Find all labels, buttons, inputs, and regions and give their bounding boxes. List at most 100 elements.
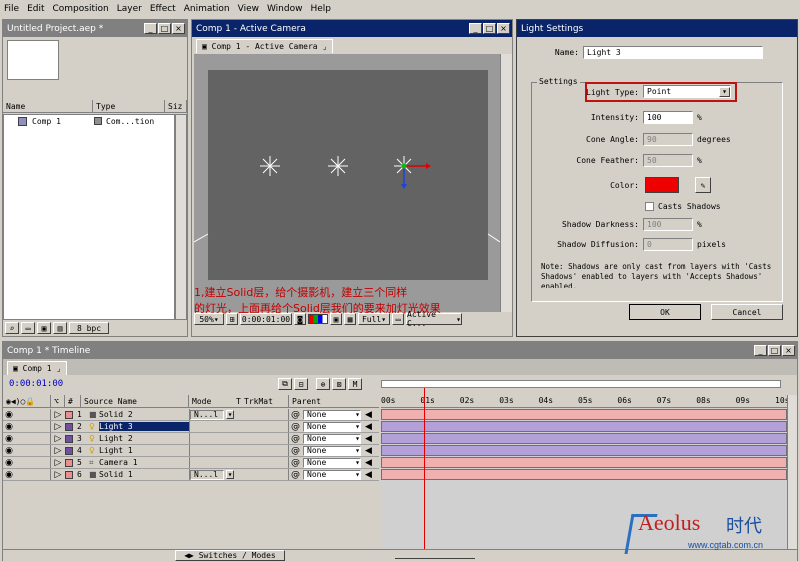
menu-item-animation[interactable]: Animation bbox=[180, 4, 234, 14]
column-mode[interactable]: Mode bbox=[189, 395, 233, 407]
shadow-diffusion-input[interactable]: 0 bbox=[643, 238, 693, 251]
pickwhip-icon[interactable]: @ bbox=[291, 422, 300, 432]
parent-dropdown[interactable]: None ▾ bbox=[303, 409, 361, 420]
expand-arrow-icon[interactable]: ▷ bbox=[51, 422, 65, 432]
parent-dropdown[interactable]: None ▾ bbox=[303, 457, 361, 468]
transparency-icon[interactable]: ▦ bbox=[344, 313, 356, 325]
minimize-button[interactable]: _ bbox=[469, 23, 482, 34]
layer-duration-bar[interactable] bbox=[381, 433, 787, 444]
ok-button[interactable]: OK bbox=[629, 304, 701, 320]
pickwhip-icon[interactable]: @ bbox=[291, 470, 300, 480]
roi-icon[interactable]: ▭ bbox=[392, 313, 404, 325]
zoom-dropdown[interactable]: 50% ▾ bbox=[194, 313, 224, 325]
current-time-indicator[interactable] bbox=[424, 388, 425, 549]
channels-icon[interactable] bbox=[308, 314, 328, 324]
cone-angle-input[interactable]: 90 bbox=[643, 133, 693, 146]
column-name[interactable]: Name bbox=[3, 100, 93, 112]
layer-name[interactable]: Solid 2 bbox=[99, 410, 189, 419]
comp-scrollbar[interactable] bbox=[500, 54, 512, 312]
maximize-button[interactable]: □ bbox=[158, 23, 171, 34]
light-type-dropdown[interactable]: Point ▾ bbox=[643, 85, 731, 98]
layer-row[interactable]: ◉ ▷ 6 ■ Solid 1 N...l ▾ @ None ▾ ◀ bbox=[3, 469, 379, 481]
markers-icon[interactable]: ⊕ bbox=[316, 378, 330, 390]
menu-item-edit[interactable]: Edit bbox=[23, 4, 48, 14]
column-size[interactable]: Siz bbox=[165, 100, 187, 112]
menu-item-composition[interactable]: Composition bbox=[49, 4, 113, 14]
layer-row[interactable]: ◉ ▷ 3 ♀ Light 2 @ None ▾ ◀ bbox=[3, 433, 379, 445]
minimize-button[interactable]: _ bbox=[144, 23, 157, 34]
eye-icon[interactable]: ◉ bbox=[3, 434, 15, 444]
parent-dropdown[interactable]: None ▾ bbox=[303, 469, 361, 480]
menu-item-effect[interactable]: Effect bbox=[146, 4, 180, 14]
menu-item-help[interactable]: Help bbox=[306, 4, 335, 14]
layer-name[interactable]: Solid 1 bbox=[99, 470, 189, 479]
parent-dropdown[interactable]: None ▾ bbox=[303, 445, 361, 456]
mode-dropdown[interactable]: N...l bbox=[190, 469, 224, 480]
layer-duration-bar[interactable] bbox=[381, 445, 787, 456]
dialog-titlebar[interactable]: Light Settings bbox=[517, 20, 797, 37]
time-navigator[interactable] bbox=[381, 380, 781, 388]
maximize-button[interactable]: □ bbox=[483, 23, 496, 34]
time-ruler[interactable]: 00s 01s 02s 03s 04s 05s 06s 07s 08s 09s 10s bbox=[381, 395, 789, 408]
comp-titlebar[interactable]: Comp 1 - Active Camera _ □ × bbox=[192, 20, 512, 37]
eyedropper-icon[interactable]: ✎ bbox=[695, 177, 711, 193]
pickwhip-icon[interactable]: @ bbox=[291, 410, 300, 420]
menu-item-view[interactable]: View bbox=[234, 4, 263, 14]
snapshot-icon[interactable]: ◙ bbox=[294, 313, 306, 325]
bpc-button[interactable]: 8 bpc bbox=[69, 322, 109, 334]
timeline-titlebar[interactable]: Comp 1 * Timeline _ □ × bbox=[3, 342, 797, 359]
zoom-slider[interactable] bbox=[395, 552, 475, 559]
eye-icon[interactable]: ◉ bbox=[3, 470, 15, 480]
color-swatch[interactable] bbox=[645, 177, 679, 193]
pickwhip-icon[interactable]: @ bbox=[291, 458, 300, 468]
cancel-button[interactable]: Cancel bbox=[711, 304, 783, 320]
lock-icon[interactable]: ⊟ bbox=[294, 378, 308, 390]
eye-icon[interactable]: ◉ bbox=[3, 446, 15, 456]
maximize-button[interactable]: □ bbox=[768, 345, 781, 356]
layer-name[interactable]: Camera 1 bbox=[99, 458, 189, 467]
mode-dropdown[interactable]: N...l bbox=[190, 409, 224, 420]
trash-icon[interactable]: ▥ bbox=[53, 322, 67, 334]
chevron-down-icon[interactable]: ▾ bbox=[226, 410, 234, 419]
layer-name[interactable]: Light 1 bbox=[99, 446, 189, 455]
project-titlebar[interactable]: Untitled Project.aep * _ □ × bbox=[3, 20, 187, 37]
layer-duration-bar[interactable] bbox=[381, 421, 787, 432]
column-parent[interactable]: Parent bbox=[289, 395, 379, 407]
menu-item-layer[interactable]: Layer bbox=[113, 4, 146, 14]
eye-icon[interactable]: ◉ bbox=[3, 410, 15, 420]
switches-modes-button[interactable]: ◀▶ Switches / Modes bbox=[175, 550, 285, 561]
close-button[interactable]: × bbox=[782, 345, 795, 356]
layer-duration-bar[interactable] bbox=[381, 457, 787, 468]
eye-icon[interactable]: ◉ bbox=[3, 458, 15, 468]
vertical-scrollbar[interactable] bbox=[175, 114, 187, 320]
expand-arrow-icon[interactable]: ▷ bbox=[51, 446, 65, 456]
layer-row[interactable]: ◉ ▷ 2 ♀ Light 3 @ None ▾ ◀ bbox=[3, 421, 379, 433]
name-input[interactable]: Light 3 bbox=[583, 46, 763, 59]
expand-arrow-icon[interactable]: ▷ bbox=[51, 434, 65, 444]
expand-arrow-icon[interactable]: ▷ bbox=[51, 410, 65, 420]
eye-icon[interactable]: ◉ bbox=[3, 422, 15, 432]
comp-viewer[interactable]: 1,建立Solid层，给个摄影机，建立三个同样 的灯光，上面再给个Solid层我… bbox=[194, 54, 500, 315]
close-button[interactable]: × bbox=[497, 23, 510, 34]
layer-name[interactable]: Light 3 bbox=[99, 422, 189, 431]
timeline-timecode[interactable]: 0:00:01:00 bbox=[9, 379, 63, 389]
column-source-name[interactable]: Source Name bbox=[81, 395, 189, 407]
find-icon[interactable]: ⌕ bbox=[5, 322, 19, 334]
current-time[interactable]: 0:00:01:00 bbox=[240, 313, 292, 325]
region-icon[interactable]: ▣ bbox=[330, 313, 342, 325]
grid-icon[interactable]: ⊞ bbox=[226, 313, 238, 325]
menu-item-window[interactable]: Window bbox=[263, 4, 307, 14]
tab-timeline-comp[interactable]: ▣ Comp 1 ⌟ bbox=[7, 361, 68, 375]
layer-row[interactable]: ◉ ▷ 4 ♀ Light 1 @ None ▾ ◀ bbox=[3, 445, 379, 457]
cone-feather-input[interactable]: 50 bbox=[643, 154, 693, 167]
frame-blend-icon[interactable]: ⊠ bbox=[332, 378, 346, 390]
intensity-input[interactable]: 100 bbox=[643, 111, 693, 124]
list-item[interactable]: Comp 1 Com...tion bbox=[4, 115, 174, 127]
pickwhip-icon[interactable]: @ bbox=[291, 446, 300, 456]
resolution-dropdown[interactable]: Full ▾ bbox=[358, 313, 390, 325]
motion-blur-icon[interactable]: M bbox=[348, 378, 362, 390]
expand-arrow-icon[interactable]: ▷ bbox=[51, 458, 65, 468]
parent-dropdown[interactable]: None ▾ bbox=[303, 421, 361, 432]
minimize-button[interactable]: _ bbox=[754, 345, 767, 356]
new-comp-icon[interactable]: ▣ bbox=[37, 322, 51, 334]
